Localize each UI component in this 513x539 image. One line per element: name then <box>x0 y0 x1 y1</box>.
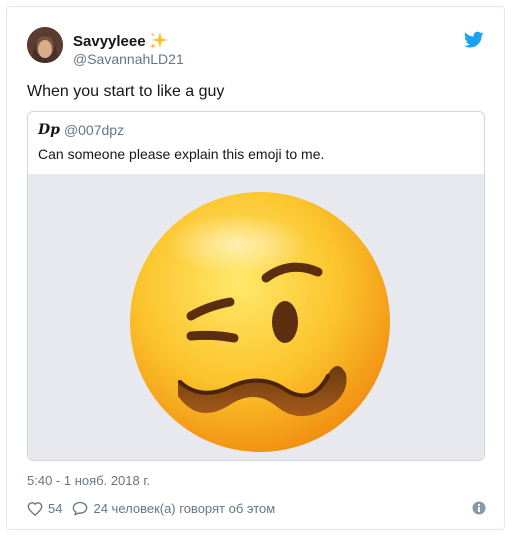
tweet-actions: 54 24 человек(а) говорят об этом <box>27 501 285 516</box>
quoted-user-handle[interactable]: @007dpz <box>64 122 124 138</box>
woozy-face-emoji-image <box>130 192 390 452</box>
like-button[interactable]: 54 <box>27 501 62 516</box>
quoted-user-name[interactable]: Dp <box>38 122 60 138</box>
twitter-bird-icon[interactable] <box>464 31 484 49</box>
sparkles-icon <box>149 32 168 49</box>
tweet-timestamp[interactable]: 5:40 - 1 нояб. 2018 г. <box>27 473 150 488</box>
info-icon[interactable] <box>472 501 486 515</box>
avatar[interactable] <box>27 27 63 63</box>
display-name[interactable]: Savyyleee <box>73 31 169 51</box>
quoted-tweet-image[interactable] <box>28 174 484 460</box>
tweet-card: Savyyleee @SavannahLD21 When you start t… <box>6 6 505 530</box>
talking-link[interactable]: 24 человек(а) говорят об этом <box>72 501 275 516</box>
talking-count-text: 24 человек(а) говорят об этом <box>93 501 276 516</box>
user-handle[interactable]: @SavannahLD21 <box>73 51 184 67</box>
like-count: 54 <box>48 501 63 516</box>
speech-bubble-icon <box>73 501 88 516</box>
heart-icon <box>27 502 43 516</box>
display-name-text: Savyyleee <box>73 32 146 50</box>
quoted-tweet[interactable]: Dp @007dpz Can someone please explain th… <box>27 111 485 461</box>
quoted-tweet-text: Can someone please explain this emoji to… <box>38 146 325 162</box>
quoted-tweet-header: Dp @007dpz <box>38 122 124 138</box>
tweet-text: When you start to like a guy <box>27 83 225 100</box>
